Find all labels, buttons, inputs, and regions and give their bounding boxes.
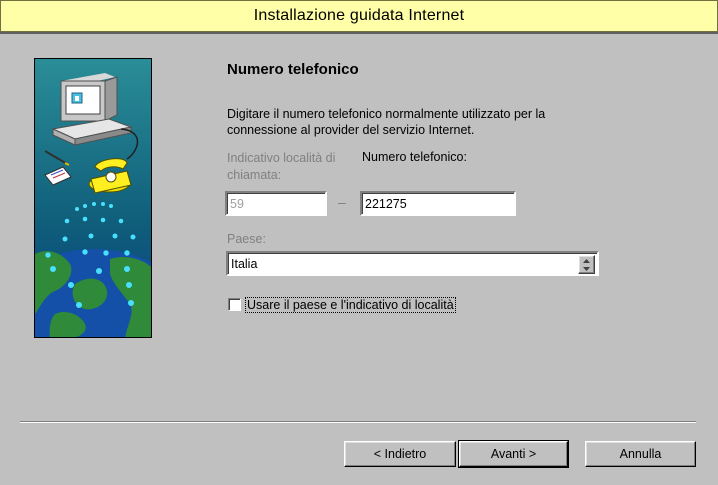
area-code-input[interactable] <box>225 191 327 216</box>
button-separator <box>20 421 696 423</box>
updown-arrows-icon <box>583 258 590 271</box>
next-button-label: Avanti > <box>490 447 537 461</box>
area-code-label: Indicativo località di chiamata: <box>227 151 336 182</box>
phone-number-input[interactable] <box>360 191 516 216</box>
use-country-checkbox-label[interactable]: Usare il paese e l'indicativo di localit… <box>245 297 456 313</box>
country-value: Italia <box>231 257 258 271</box>
cancel-button-label: Annulla <box>619 447 662 461</box>
back-button-label: < Indietro <box>373 447 427 461</box>
use-country-checkbox[interactable] <box>228 298 241 311</box>
separator-dash: – <box>338 194 346 210</box>
computer-phone-globe-icon <box>35 59 151 337</box>
back-button[interactable]: < Indietro <box>344 441 456 467</box>
phone-number-label: Numero telefonico: <box>362 150 467 164</box>
country-select[interactable]: Italia <box>226 251 599 276</box>
next-button[interactable]: Avanti > <box>458 440 569 468</box>
title-bar: Installazione guidata Internet <box>0 0 718 34</box>
country-label: Paese: <box>227 232 266 246</box>
cancel-button[interactable]: Annulla <box>585 441 696 467</box>
dropdown-button[interactable] <box>578 255 595 274</box>
wizard-illustration <box>34 58 152 338</box>
page-description: Digitare il numero telefonico normalment… <box>227 107 546 137</box>
page-heading: Numero telefonico <box>227 61 359 78</box>
window-title: Installazione guidata Internet <box>253 7 465 24</box>
